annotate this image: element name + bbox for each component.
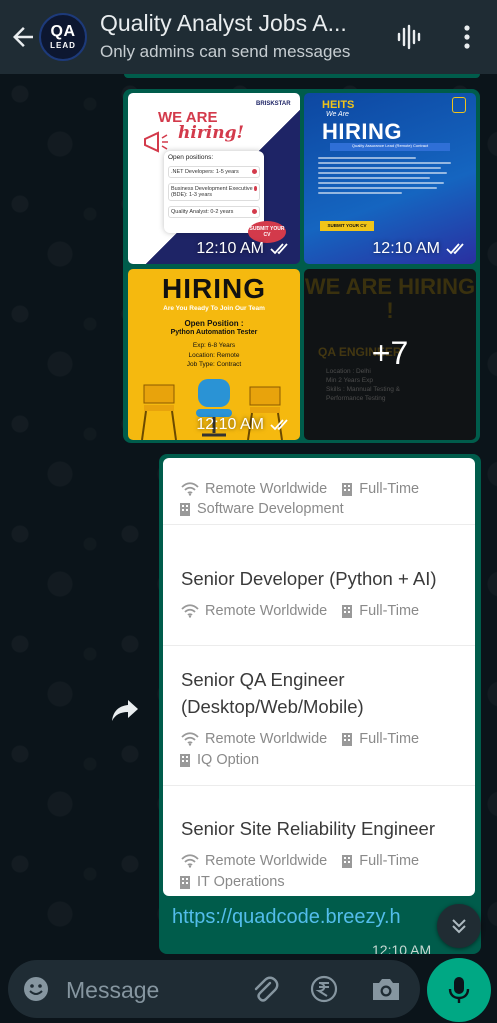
job-department-row: IT Operations <box>179 874 285 890</box>
building-icon <box>342 483 353 496</box>
job-department: IQ Option <box>197 752 260 768</box>
poster-open-position-label: Open Position : <box>184 319 244 328</box>
more-vertical-icon[interactable] <box>455 22 479 52</box>
double-check-icon <box>270 243 288 255</box>
job-title-line-1: Senior QA Engineer <box>181 669 345 690</box>
building-icon <box>180 503 190 516</box>
job-location: Remote Worldwide <box>205 481 328 497</box>
divider <box>163 645 475 646</box>
image-album[interactable]: BRISKSTAR WE ARE hiring! Open positions:… <box>123 89 480 443</box>
poster-company: HEITS <box>322 99 355 111</box>
rupee-icon[interactable] <box>310 975 338 1003</box>
job-department: Software Development <box>197 501 344 517</box>
job-type: Full-Time <box>359 481 420 497</box>
job-type: Full-Time <box>359 731 420 747</box>
link-preview-card[interactable]: Remote Worldwide Full-Time Software Deve… <box>163 458 475 896</box>
image-timestamp: 12:10 AM <box>196 416 292 434</box>
album-image-3[interactable]: HIRING Are You Ready To Join Our Team Op… <box>128 269 300 440</box>
previous-message-bubble <box>124 74 480 78</box>
paperclip-icon[interactable] <box>250 975 280 1005</box>
chevron-double-down-icon <box>452 919 466 934</box>
wifi-icon <box>181 482 199 496</box>
job-department-row: IQ Option <box>179 752 259 768</box>
image-timestamp: 12:10 AM <box>372 240 468 258</box>
link-preview-message[interactable]: Remote Worldwide Full-Time Software Deve… <box>159 454 481 954</box>
poster-we-are: We Are <box>326 111 349 118</box>
wifi-icon <box>181 604 199 618</box>
mic-button[interactable] <box>427 958 491 1022</box>
poster-role: Quality Assurance Lead (Remote) Contract <box>330 143 450 151</box>
job-type: Full-Time <box>359 603 420 619</box>
job-meta-row: Remote Worldwide Full-Time <box>181 731 419 747</box>
avatar-line-1: QA <box>50 23 76 40</box>
job-title[interactable]: Senior Developer (Python + AI) <box>181 565 437 592</box>
more-images-count: +7 <box>371 335 409 371</box>
position-item: Quality Analyst: 0-2 years <box>168 206 260 218</box>
job-meta-row: Remote Worldwide Full-Time <box>181 853 419 869</box>
audio-wave-icon[interactable] <box>394 22 424 52</box>
chat-title[interactable]: Quality Analyst Jobs A... <box>100 10 385 37</box>
building-icon <box>342 605 353 618</box>
poster-description <box>318 157 458 197</box>
poster-tagline: Are You Ready To Join Our Team <box>163 305 265 312</box>
building-icon <box>342 733 353 746</box>
arrow-left-icon[interactable] <box>8 22 38 52</box>
submit-cv-badge: SUBMIT YOUR CV <box>320 221 374 231</box>
message-input[interactable] <box>66 973 226 1007</box>
poster-hiring: HIRING <box>162 273 266 304</box>
scroll-to-bottom-button[interactable] <box>437 904 481 948</box>
open-positions-card: Open positions: .NET Developers: 1-5 yea… <box>164 151 264 233</box>
forward-icon[interactable] <box>110 696 140 724</box>
position-item: .NET Developers: 1-5 years <box>168 166 260 178</box>
emoji-icon[interactable] <box>22 975 50 1003</box>
divider <box>163 524 475 525</box>
wifi-icon <box>181 854 199 868</box>
album-image-4-more[interactable]: WE ARE HIRING ! QA ENGINEER Location : D… <box>304 269 476 440</box>
poster-details: Exp: 6-8 Years Location: Remote Job Type… <box>186 342 242 368</box>
job-department: IT Operations <box>197 874 285 890</box>
poster-hiring: HIRING <box>322 119 402 144</box>
chat-subtitle[interactable]: Only admins can send messages <box>100 42 385 62</box>
double-check-icon <box>270 419 288 431</box>
job-title[interactable]: Senior QA Engineer (Desktop/Web/Mobile) <box>181 666 364 720</box>
badge-icon <box>452 97 466 113</box>
divider <box>163 785 475 786</box>
image-timestamp: 12:10 AM <box>196 240 292 258</box>
megaphone-icon <box>144 131 168 153</box>
poster-position: Python Automation Tester <box>170 329 258 336</box>
album-image-1[interactable]: BRISKSTAR WE ARE hiring! Open positions:… <box>128 93 300 264</box>
album-image-2[interactable]: HEITS We Are HIRING Quality Assurance Le… <box>304 93 476 264</box>
building-icon <box>180 876 190 889</box>
wifi-icon <box>181 732 199 746</box>
double-check-icon <box>446 243 464 255</box>
poster-hiring: hiring! <box>178 123 244 143</box>
avatar-line-2: LEAD <box>50 41 76 50</box>
position-item: Business Development Executive (BDE): 1-… <box>168 183 260 201</box>
open-positions-label: Open positions: <box>168 154 214 161</box>
building-icon <box>342 855 353 868</box>
job-meta-row: Remote Worldwide Full-Time <box>181 603 419 619</box>
job-type: Full-Time <box>359 853 420 869</box>
building-icon <box>180 754 190 767</box>
avatar[interactable]: QA LEAD <box>39 13 87 61</box>
camera-icon[interactable] <box>370 975 402 1003</box>
job-meta-row: Remote Worldwide Full-Time <box>181 481 419 497</box>
message-link[interactable]: https://quadcode.breezy.h <box>172 906 442 929</box>
chat-header: QA LEAD Quality Analyst Jobs A... Only a… <box>0 0 497 74</box>
job-location: Remote Worldwide <box>205 731 328 747</box>
job-department-row: Software Development <box>179 501 344 517</box>
mic-icon <box>448 977 470 1003</box>
poster-brand: BRISKSTAR <box>256 101 291 107</box>
job-title-line-2: (Desktop/Web/Mobile) <box>181 696 364 717</box>
job-location: Remote Worldwide <box>205 853 328 869</box>
job-location: Remote Worldwide <box>205 603 328 619</box>
job-title[interactable]: Senior Site Reliability Engineer <box>181 815 435 842</box>
